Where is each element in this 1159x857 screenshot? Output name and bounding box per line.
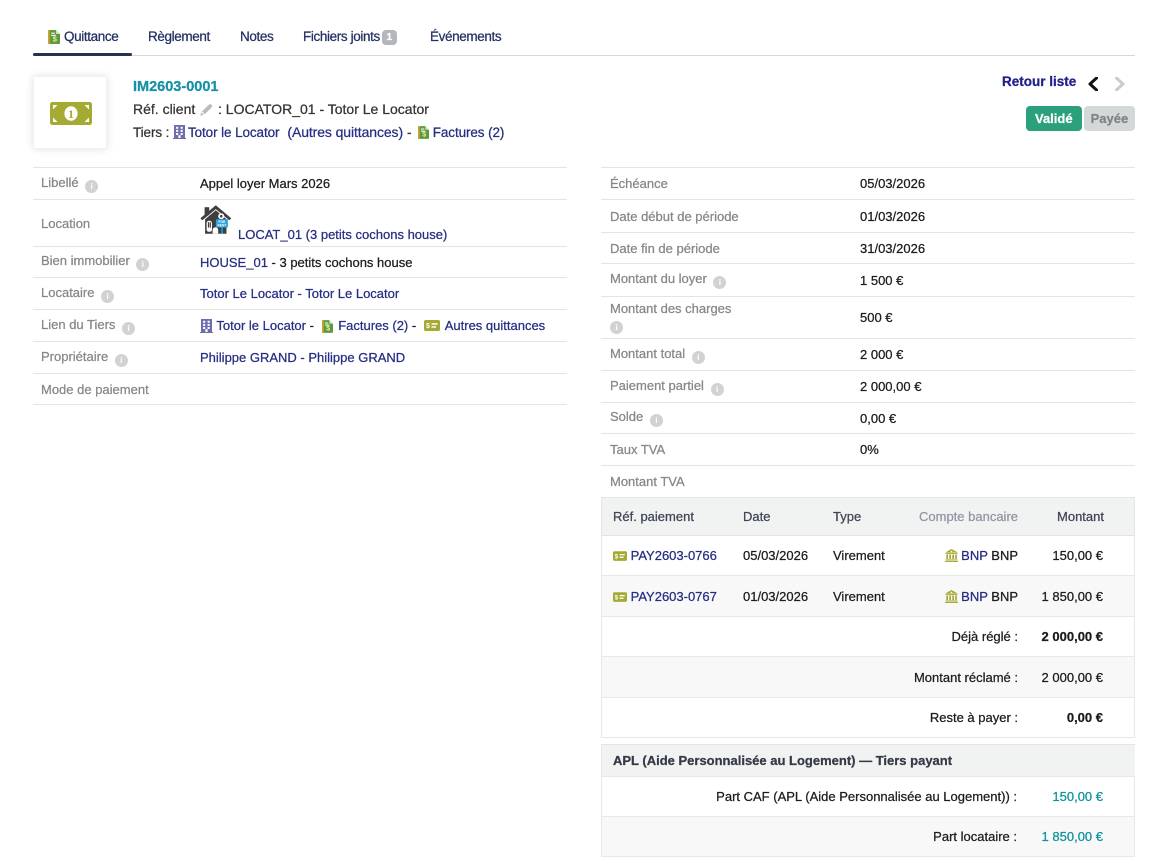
svg-text:$: $: [426, 323, 430, 330]
svg-text:$: $: [615, 594, 619, 601]
svg-text:$: $: [326, 325, 330, 332]
svg-text:RENT: RENT: [218, 223, 227, 227]
svg-text:1: 1: [68, 106, 74, 120]
svg-text:$: $: [615, 553, 619, 560]
svg-text:$: $: [422, 132, 426, 139]
